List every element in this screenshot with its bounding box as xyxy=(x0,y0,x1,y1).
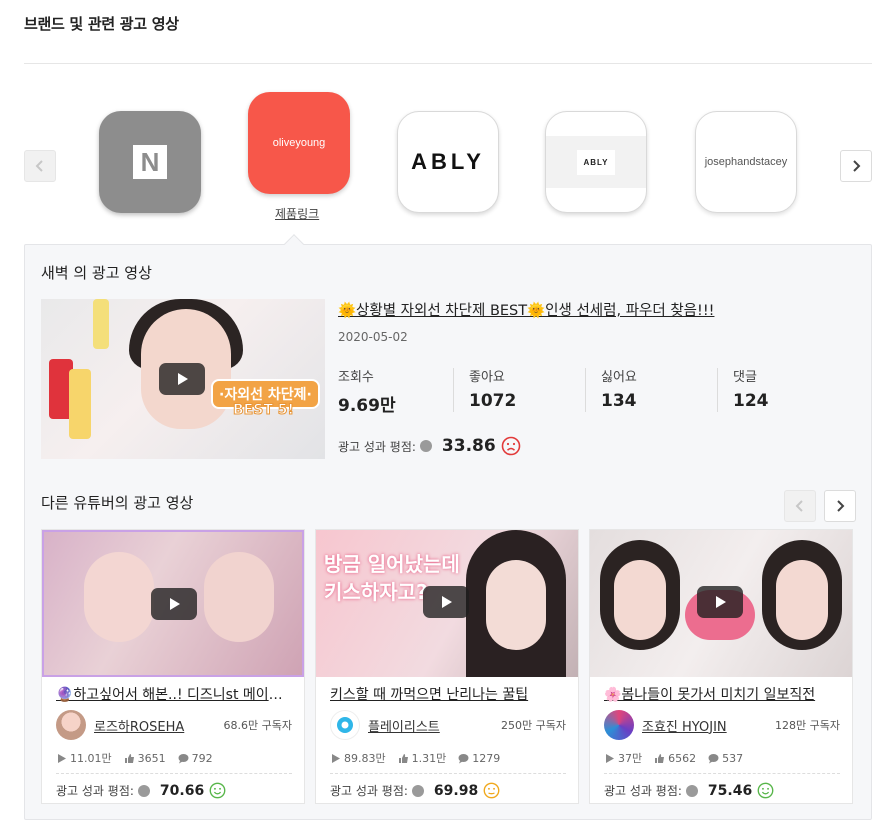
carousel-next-button[interactable] xyxy=(840,150,872,182)
video-title[interactable]: 🔮하고싶어서 해본..! 디즈니st 메이크업 xyxy=(56,684,292,704)
brand-josephandstacey[interactable]: josephandstacey xyxy=(695,111,797,213)
featured-section-title: 새벽 의 광고 영상 xyxy=(41,264,152,282)
brand-naver[interactable]: N xyxy=(99,111,201,213)
subscriber-count: 68.6만 구독자 xyxy=(223,719,292,732)
channel-info: 조효진 HYOJIN 128만 구독자 xyxy=(604,710,840,740)
stat-views: 조회수 9.69만 xyxy=(338,370,396,416)
chevron-left-icon xyxy=(35,160,43,172)
comment-icon xyxy=(708,753,719,763)
play-button[interactable] xyxy=(697,586,743,618)
product-link[interactable]: 제품링크 xyxy=(275,205,319,222)
video-title[interactable]: 키스할 때 까먹으면 난리나는 꿀팁 xyxy=(330,684,566,704)
happy-face-icon xyxy=(757,782,774,799)
featured-video-title[interactable]: 🌞상황별 자외선 차단제 BEST🌞인생 선세럼, 파우더 찾음!!! xyxy=(338,299,714,320)
video-title[interactable]: 🌸봄나들이 못가서 미치기 일보직전 xyxy=(604,684,840,704)
featured-ad-score: 광고 성과 평점: 33.86 xyxy=(338,436,521,456)
info-dot-icon xyxy=(685,784,698,797)
video-card[interactable]: 방금 일어났는데 키스하자고? 키스할 때 까먹으면 난리나는 꿀팁 플레이리스… xyxy=(315,529,579,804)
video-thumbnail[interactable]: 방금 일어났는데 키스하자고? xyxy=(316,530,578,677)
happy-face-icon xyxy=(209,782,226,799)
avatar[interactable] xyxy=(604,710,634,740)
ably-logo: ABLY xyxy=(411,149,485,174)
channel-name[interactable]: 플레이리스트 xyxy=(368,716,440,735)
josephandstacey-logo: josephandstacey xyxy=(704,156,788,168)
play-icon xyxy=(442,596,452,608)
ad-score: 광고 성과 평점: 70.66 xyxy=(56,782,226,799)
channel-info: 로즈하ROSEHA 68.6만 구독자 xyxy=(56,710,292,740)
video-stats: 37만 6562 537 xyxy=(604,750,755,766)
chevron-left-icon xyxy=(795,500,803,512)
stat-dislikes: 싫어요 134 xyxy=(601,370,637,411)
divider xyxy=(24,63,872,64)
thumb-badge-sub: BEST 5! xyxy=(233,402,295,419)
featured-video-thumbnail[interactable]: ·자외선 차단제· BEST 5! xyxy=(41,299,325,459)
video-stats: 11.01만 3651 792 xyxy=(56,750,225,766)
others-prev-button[interactable] xyxy=(784,490,816,522)
featured-video-date: 2020-05-02 xyxy=(338,330,408,344)
play-button[interactable] xyxy=(423,586,469,618)
play-icon xyxy=(716,596,726,608)
playlist-logo-icon xyxy=(337,717,353,733)
thumbs-up-icon xyxy=(655,753,665,763)
carousel-prev-button[interactable] xyxy=(24,150,56,182)
ad-score: 광고 성과 평점: 69.98 xyxy=(330,782,500,799)
stat-comments: 댓글 124 xyxy=(733,370,769,411)
play-icon xyxy=(58,753,66,763)
info-dot-icon xyxy=(137,784,150,797)
play-icon xyxy=(170,598,180,610)
video-thumbnail[interactable] xyxy=(590,530,852,677)
brand-ably-small[interactable]: ABLY xyxy=(545,111,647,213)
play-icon xyxy=(606,753,614,763)
neutral-face-icon xyxy=(483,782,500,799)
brand-oliveyoung[interactable]: oliveyoung xyxy=(248,92,350,194)
play-button[interactable] xyxy=(151,588,197,620)
others-next-button[interactable] xyxy=(824,490,856,522)
avatar[interactable] xyxy=(330,710,360,740)
comment-icon xyxy=(178,753,189,763)
naver-logo: N xyxy=(133,145,167,179)
video-card[interactable]: 🔮하고싶어서 해본..! 디즈니st 메이크업 로즈하ROSEHA 68.6만 … xyxy=(41,529,305,804)
play-button[interactable] xyxy=(159,363,205,395)
brand-ably[interactable]: ABLY xyxy=(397,111,499,213)
video-card[interactable]: 🌸봄나들이 못가서 미치기 일보직전 조효진 HYOJIN 128만 구독자 3… xyxy=(589,529,853,804)
subscriber-count: 128만 구독자 xyxy=(775,719,840,732)
thumbs-up-icon xyxy=(398,753,408,763)
comment-icon xyxy=(458,753,469,763)
channel-info: 플레이리스트 250만 구독자 xyxy=(330,710,566,740)
sad-face-icon xyxy=(501,436,521,456)
play-icon xyxy=(178,373,188,385)
channel-name[interactable]: 조효진 HYOJIN xyxy=(642,716,727,735)
page-title: 브랜드 및 관련 광고 영상 xyxy=(24,15,179,33)
ad-score: 광고 성과 평점: 75.46 xyxy=(604,782,774,799)
stat-likes: 좋아요 1072 xyxy=(469,370,517,411)
video-thumbnail[interactable] xyxy=(42,530,304,677)
thumbs-up-icon xyxy=(124,753,134,763)
ably-small-logo: ABLY xyxy=(577,149,615,175)
video-stats: 89.83만 1.31만 1279 xyxy=(330,750,512,766)
avatar[interactable] xyxy=(56,710,86,740)
oliveyoung-logo: oliveyoung xyxy=(272,137,326,149)
channel-name[interactable]: 로즈하ROSEHA xyxy=(94,716,184,735)
info-dot-icon xyxy=(411,784,424,797)
info-dot-icon xyxy=(419,440,432,452)
others-section-title: 다른 유튜버의 광고 영상 xyxy=(41,494,194,512)
subscriber-count: 250만 구독자 xyxy=(501,719,566,732)
play-icon xyxy=(332,753,340,763)
chevron-right-icon xyxy=(837,500,845,512)
chevron-right-icon xyxy=(853,160,861,172)
